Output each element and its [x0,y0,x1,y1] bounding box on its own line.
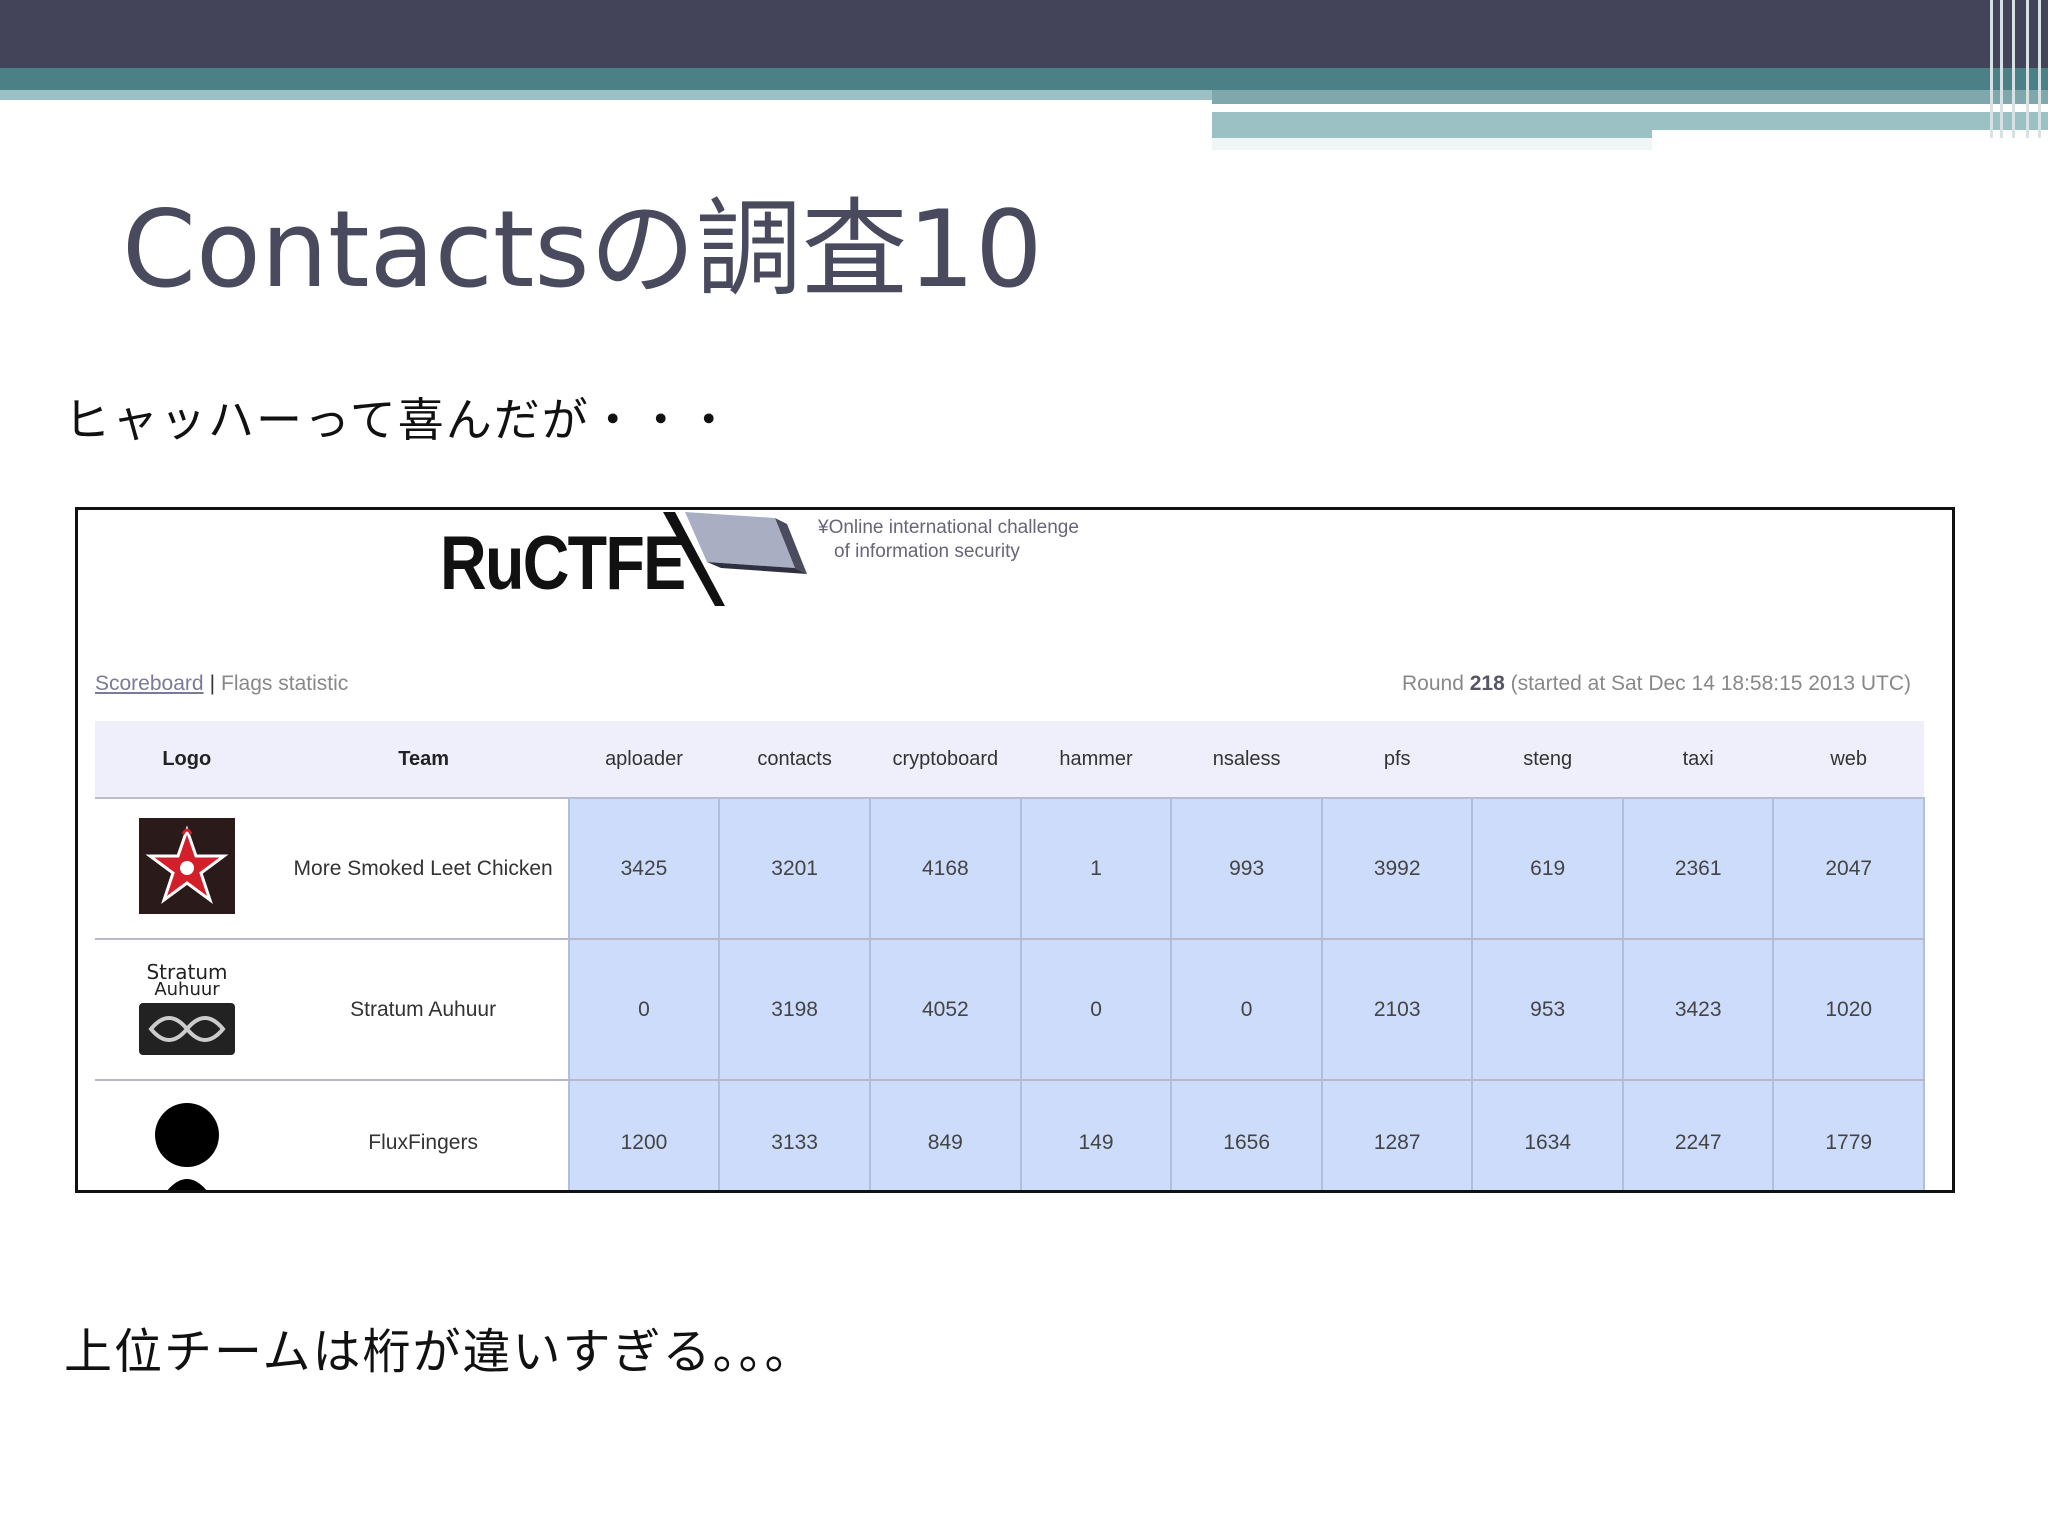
star-chicken-logo-icon [138,817,235,914]
score-cell: 3423 [1621,939,1775,1081]
round-info: Round 218 (started at Sat Dec 14 18:58:1… [1402,672,1911,696]
score-cell: 1200 [567,1080,721,1190]
score-cell: 0 [1170,939,1323,1081]
score-cell: 2247 [1621,1080,1775,1190]
score-cell: 2103 [1320,939,1474,1081]
score-cell: 1020 [1772,939,1925,1081]
score-cell: 2361 [1621,798,1775,940]
team-logo-cell: Stratum Auhuur [95,939,279,1081]
column-header: aploader [568,721,720,799]
slide-conclusion: 上位チームは桁が違いすぎる。。。 [64,1324,815,1380]
score-cell: 4168 [868,798,1022,940]
column-header: cryptoboard [869,721,1021,799]
ructfe-logo-text: RuCTFE [440,521,686,606]
slide-deco-bar [1212,90,2048,104]
score-cell: 3133 [718,1080,871,1190]
ructfe-tagline: ¥Online international challenge of infor… [818,516,1079,564]
table-row: More Smoked Leet Chicken 3425 3201 4168 … [95,798,1925,940]
scoreboard-screenshot: RuCTFE ¥Online international challenge o… [75,507,1955,1193]
score-cell: 1656 [1170,1080,1323,1190]
column-header: taxi [1622,721,1774,799]
score-cell: 849 [868,1080,1022,1190]
score-cell: 1634 [1471,1080,1624,1190]
slide-subtitle: ヒャッハーって喜んだが・・・ [64,393,734,447]
flags-statistic-link[interactable]: Flags statistic [221,672,348,695]
stratum-auhuur-logo-icon: Stratum Auhuur [138,960,235,1055]
slide-deco-stripe [1990,0,1993,138]
score-cell: 1287 [1320,1080,1474,1190]
round-number: 218 [1469,672,1505,695]
column-header: steng [1472,721,1623,799]
team-logo-cell [95,798,279,940]
table-row: Stratum Auhuur Stratum Auhuur 0 3198 405… [95,939,1925,1081]
logo-caption-line-2: Auhuur [154,979,220,1000]
scoreboard-nav: Scoreboard | Flags statistic Round 218 (st… [95,672,1921,696]
table-row: FluxFingers 1200 3133 849 149 1656 1287 … [95,1080,1925,1190]
tagline-line-2: of information security [834,541,1020,562]
column-header: contacts [719,721,870,799]
slide-header-light-band [0,90,1212,100]
score-cell: 993 [1170,798,1323,940]
round-started: (started at Sat Dec 14 18:58:15 2013 UTC… [1510,672,1911,695]
score-cell: 3425 [567,798,721,940]
person-silhouette-icon [154,1103,219,1190]
tagline-line-1: ¥Online international challenge [818,517,1079,538]
team-name[interactable]: More Smoked Leet Chicken [278,798,569,940]
slide-deco-stripe [2026,0,2029,138]
flag-icon [663,512,807,606]
team-name[interactable]: Stratum Auhuur [278,939,569,1081]
score-cell: 953 [1471,939,1624,1081]
score-cell: 0 [567,939,721,1081]
score-cell: 619 [1471,798,1624,940]
team-logo-cell [95,1080,279,1190]
score-cell: 3992 [1320,798,1474,940]
column-header: Team [278,721,569,799]
slide-deco-bar [1212,138,1652,150]
score-cell: 4052 [868,939,1022,1081]
slide-deco-stripe [2038,0,2041,138]
slide-deco-stripe [2012,0,2015,138]
scoreboard-table: Logo Team aploader contacts cryptoboard … [95,721,1925,1190]
table-header-row: Logo Team aploader contacts cryptoboard … [95,721,1924,799]
score-cell: 149 [1019,1080,1173,1190]
score-cell: 0 [1019,939,1173,1081]
slide-header-accent [0,68,2048,90]
column-header: Logo [95,721,279,799]
score-cell: 1 [1019,798,1173,940]
score-cell: 3201 [718,798,871,940]
slide-title: Contactsの調査10 [122,188,1043,311]
column-header: pfs [1321,721,1473,799]
nav-separator: | [209,672,216,695]
round-label: Round [1401,672,1464,695]
slide-header-band [0,0,2048,68]
score-cell: 3198 [718,939,871,1081]
scoreboard-link[interactable]: Scoreboard [95,672,204,695]
score-cell: 1779 [1772,1080,1925,1190]
slide-deco-stripe [2000,0,2003,138]
slide-deco-bar [1652,130,2048,138]
team-name[interactable]: FluxFingers [279,1080,569,1190]
slide-deco-bar [1212,104,1897,110]
column-header: web [1773,721,1924,799]
score-cell: 2047 [1772,798,1925,940]
column-header: nsaless [1171,721,1322,799]
column-header: hammer [1020,721,1172,799]
